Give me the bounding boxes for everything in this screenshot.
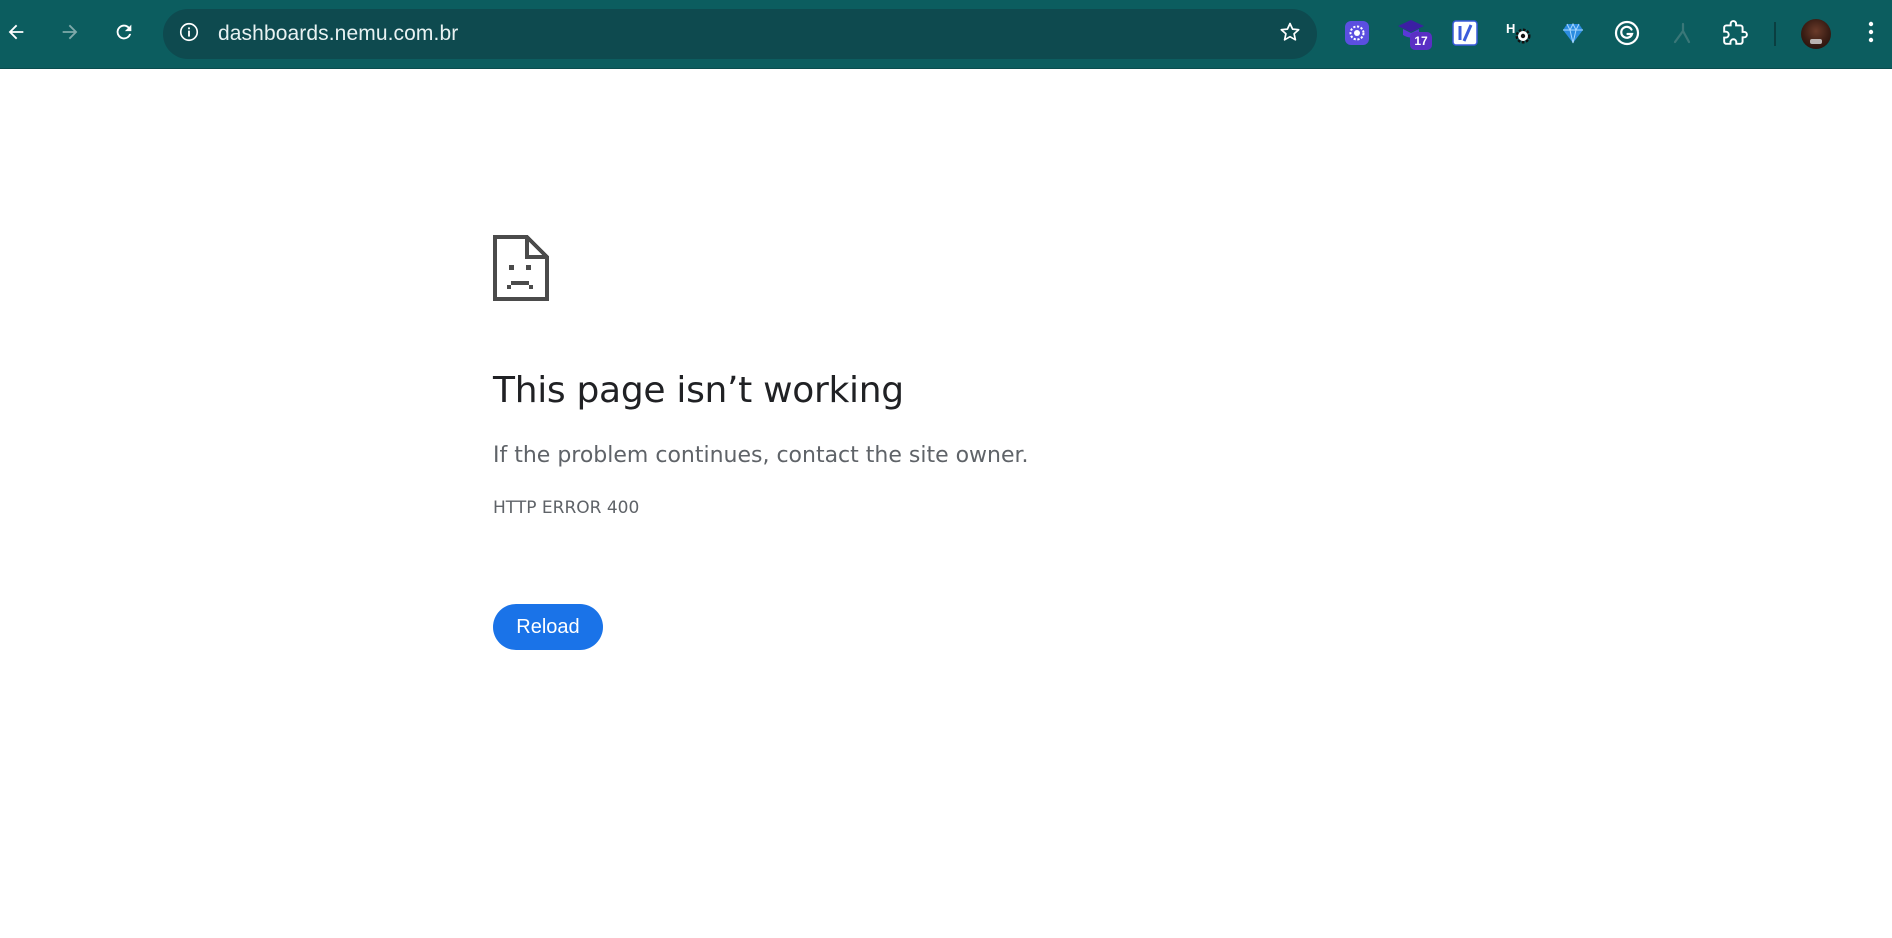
branch-extension-icon[interactable] (1666, 18, 1696, 48)
bookmark-button[interactable] (1277, 21, 1303, 47)
sad-page-icon (493, 235, 549, 301)
arrow-left-icon (5, 21, 27, 47)
graduation-cap-extension-icon[interactable]: 17 (1396, 18, 1432, 50)
menu-button[interactable] (1856, 19, 1886, 49)
puzzle-extension-icon[interactable] (1720, 18, 1750, 48)
forward-button[interactable] (50, 14, 90, 54)
star-icon (1278, 20, 1302, 48)
back-button[interactable] (0, 14, 36, 54)
purple-gear-extension-icon[interactable] (1342, 18, 1372, 48)
browser-toolbar: dashboards.nemu.com.br 17 H (0, 0, 1892, 69)
error-title: This page isn’t working (493, 370, 904, 411)
hs-gear-extension-icon[interactable]: H (1504, 18, 1534, 48)
avatar[interactable] (1801, 19, 1831, 49)
arrow-right-icon (59, 21, 81, 47)
reload-page-button[interactable] (104, 14, 144, 54)
url-text[interactable]: dashboards.nemu.com.br (218, 9, 458, 59)
grammarly-extension-icon[interactable] (1612, 18, 1642, 48)
toolbar-separator (1774, 22, 1776, 46)
address-bar[interactable]: dashboards.nemu.com.br (163, 9, 1317, 59)
reload-icon (113, 21, 135, 47)
error-description: If the problem continues, contact the si… (493, 443, 1029, 468)
site-info-button[interactable] (177, 22, 201, 46)
slash-extension-icon[interactable] (1450, 18, 1480, 48)
extension-badge: 17 (1410, 32, 1432, 50)
diamond-extension-icon[interactable] (1558, 18, 1588, 48)
kebab-menu-icon (1867, 21, 1875, 47)
info-icon (178, 21, 200, 47)
reload-button[interactable]: Reload (493, 604, 603, 650)
error-code: HTTP ERROR 400 (493, 498, 640, 518)
svg-text:H: H (1506, 21, 1515, 36)
